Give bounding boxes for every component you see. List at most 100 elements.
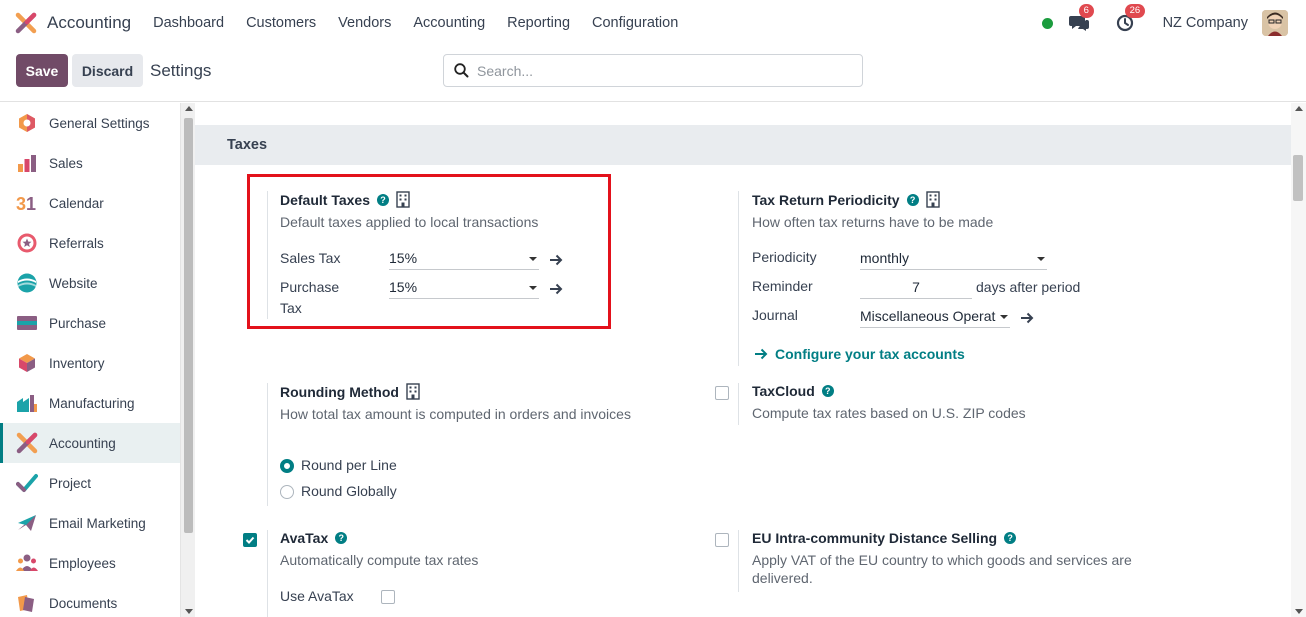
round-per-line-label[interactable]: Round per Line xyxy=(301,457,397,473)
setting-description-cont: delivered. xyxy=(752,570,813,586)
messages-button[interactable]: 6 xyxy=(1067,4,1094,34)
taxcloud-checkbox[interactable] xyxy=(715,386,729,400)
activities-button[interactable]: 26 xyxy=(1113,4,1146,34)
sidebar-item-label: Manufacturing xyxy=(49,395,135,411)
taxes-section-header: Taxes xyxy=(195,125,1291,165)
sidebar-item-label: Sales xyxy=(49,155,83,171)
round-globally-label[interactable]: Round Globally xyxy=(301,483,397,499)
sidebar-item-label: Documents xyxy=(49,595,118,611)
sidebar-item-label: Website xyxy=(49,275,98,291)
configure-tax-accounts-link[interactable]: Configure your tax accounts xyxy=(754,346,965,362)
sidebar-scroll-thumb[interactable] xyxy=(184,118,193,533)
sidebar-item-employees[interactable]: Employees xyxy=(0,543,180,583)
main-scrollbar[interactable] xyxy=(1291,103,1306,617)
sidebar-item-documents[interactable]: Documents xyxy=(0,583,180,617)
svg-text:1: 1 xyxy=(26,194,36,214)
inventory-icon xyxy=(19,354,35,372)
periodicity-label: Periodicity xyxy=(752,249,817,265)
help-icon[interactable]: ? xyxy=(335,532,348,544)
sidebar-item-inventory[interactable]: Inventory xyxy=(0,343,180,383)
sidebar-item-purchase[interactable]: Purchase xyxy=(0,303,180,343)
reminder-days-input[interactable]: 7 xyxy=(860,276,972,299)
menu-accounting[interactable]: Accounting xyxy=(413,15,485,31)
sidebar-item-accounting[interactable]: Accounting xyxy=(0,423,180,463)
search-bar[interactable] xyxy=(443,54,863,87)
purchase-icon xyxy=(17,316,37,330)
help-icon[interactable]: ? xyxy=(906,193,919,206)
accounting-icon xyxy=(16,432,38,454)
setting-description: Automatically compute tax rates xyxy=(280,552,479,568)
sidebar-item-label: Project xyxy=(49,475,92,491)
setting-title: Tax Return Periodicity xyxy=(752,191,900,208)
checkmark-icon xyxy=(245,536,255,544)
setting-title: TaxCloud xyxy=(752,383,815,399)
setting-title: Rounding Method xyxy=(280,383,399,400)
sidebar-item-manufacturing[interactable]: Manufacturing xyxy=(0,383,180,423)
help-icon[interactable]: ? xyxy=(1004,532,1017,544)
sidebar-item-project[interactable]: Project xyxy=(0,463,180,503)
sidebar-item-email-marketing[interactable]: Email Marketing xyxy=(0,503,180,543)
project-icon xyxy=(16,474,38,492)
scroll-up-icon[interactable] xyxy=(1295,106,1303,111)
scroll-down-icon[interactable] xyxy=(185,609,193,614)
setting-divider xyxy=(267,530,268,617)
use-avatax-checkbox[interactable] xyxy=(381,590,395,604)
periodicity-select[interactable]: monthly xyxy=(860,247,1047,270)
internal-link-arrow-icon[interactable] xyxy=(1020,312,1034,324)
round-per-line-radio[interactable] xyxy=(280,459,294,473)
reminder-suffix: days after period xyxy=(976,279,1081,295)
scroll-down-icon[interactable] xyxy=(1295,609,1303,614)
scroll-up-icon[interactable] xyxy=(185,106,193,111)
eu-distance-selling-checkbox[interactable] xyxy=(715,533,729,547)
tax-return-periodicity-setting: Tax Return Periodicity ? How often tax r… xyxy=(738,191,1188,371)
main-scroll-thumb[interactable] xyxy=(1293,155,1303,201)
user-avatar-icon xyxy=(1262,10,1288,36)
general-settings-icon xyxy=(19,114,35,132)
menu-dashboard[interactable]: Dashboard xyxy=(153,15,224,31)
setting-description: Apply VAT of the EU country to which goo… xyxy=(752,552,1132,568)
avatax-checkbox[interactable] xyxy=(243,533,257,547)
user-avatar[interactable] xyxy=(1262,10,1288,36)
sidebar-item-sales[interactable]: Sales xyxy=(0,143,180,183)
avatax-setting: AvaTax ? Automatically compute tax rates… xyxy=(243,530,683,617)
reminder-label: Reminder xyxy=(752,278,813,294)
save-button[interactable]: Save xyxy=(16,54,68,87)
help-icon[interactable]: ? xyxy=(821,385,834,397)
sidebar-scrollbar[interactable] xyxy=(180,103,195,617)
journal-select[interactable]: Miscellaneous Operat xyxy=(860,305,1010,328)
company-specific-icon xyxy=(925,191,940,208)
search-input[interactable] xyxy=(477,62,847,79)
main-menu: Dashboard Customers Vendors Accounting R… xyxy=(153,15,700,31)
sidebar-item-website[interactable]: Website xyxy=(0,263,180,303)
setting-description: Compute tax rates based on U.S. ZIP code… xyxy=(752,405,1026,421)
menu-vendors[interactable]: Vendors xyxy=(338,15,391,31)
round-globally-radio[interactable] xyxy=(280,485,294,499)
sidebar-item-referrals[interactable]: Referrals xyxy=(0,223,180,263)
menu-customers[interactable]: Customers xyxy=(246,15,316,31)
chevron-down-icon xyxy=(1000,315,1008,319)
sidebar-item-calendar[interactable]: 3 1 Calendar xyxy=(0,183,180,223)
referrals-icon xyxy=(17,233,37,253)
sidebar-item-label: Employees xyxy=(49,555,116,571)
eu-distance-selling-setting: EU Intra-community Distance Selling ? Ap… xyxy=(715,530,1235,600)
discard-button[interactable]: Discard xyxy=(72,54,143,87)
setting-title: AvaTax xyxy=(280,530,329,546)
website-icon xyxy=(17,273,37,293)
arrow-right-icon xyxy=(755,348,768,360)
setting-divider xyxy=(738,383,739,425)
setting-description: How total tax amount is computed in orde… xyxy=(280,406,631,422)
email-marketing-icon xyxy=(18,515,36,531)
documents-icon xyxy=(18,595,34,612)
manufacturing-icon xyxy=(17,395,37,412)
journal-label: Journal xyxy=(752,307,798,323)
accounting-logo-icon xyxy=(15,12,37,34)
company-switcher[interactable]: NZ Company xyxy=(1163,15,1248,31)
app-brand[interactable]: Accounting xyxy=(15,12,131,34)
sidebar-item-general-settings[interactable]: General Settings xyxy=(0,103,180,143)
setting-divider xyxy=(738,530,739,592)
top-navbar: Accounting Dashboard Customers Vendors A… xyxy=(0,0,1306,46)
menu-reporting[interactable]: Reporting xyxy=(507,15,570,31)
menu-configuration[interactable]: Configuration xyxy=(592,15,678,31)
sidebar-item-label: Purchase xyxy=(49,315,107,331)
sidebar-item-label: Inventory xyxy=(49,355,105,371)
